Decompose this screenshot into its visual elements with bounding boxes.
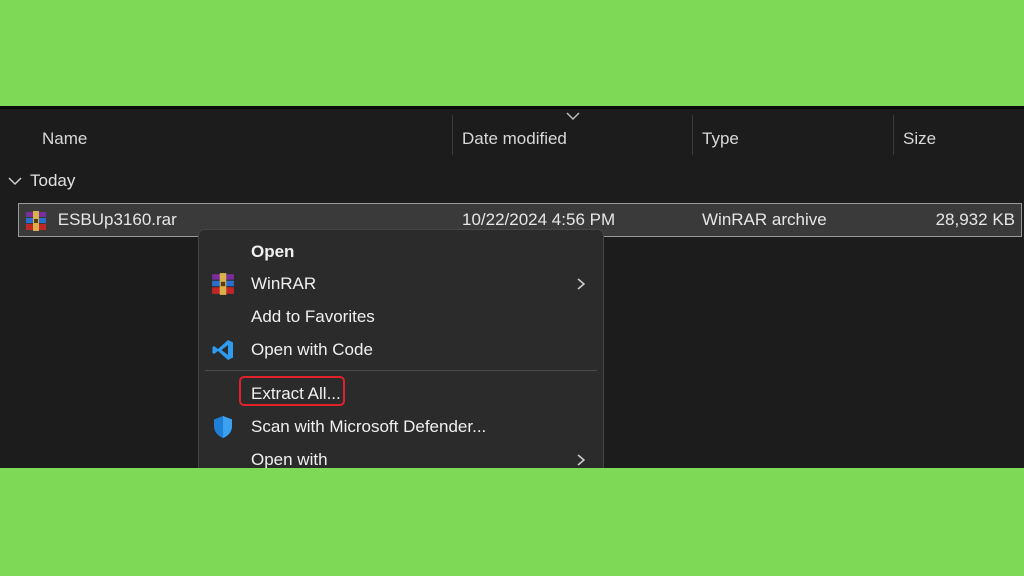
chevron-right-icon bbox=[577, 278, 585, 290]
group-header-today[interactable]: Today bbox=[8, 165, 75, 197]
chevron-down-icon[interactable] bbox=[8, 176, 22, 186]
defender-shield-icon bbox=[214, 416, 232, 438]
menu-item-open-with[interactable]: Open with bbox=[199, 444, 603, 468]
file-name-cell: ESBUp3160.rar bbox=[25, 204, 177, 236]
context-menu: Open WinRAR Add to Favorites Open with C… bbox=[198, 229, 604, 468]
menu-item-winrar[interactable]: WinRAR bbox=[199, 268, 603, 300]
winrar-icon bbox=[26, 210, 46, 231]
file-explorer-window: Name Date modified Type Size Today ESBUp… bbox=[0, 106, 1024, 468]
column-divider[interactable] bbox=[452, 115, 453, 155]
column-divider[interactable] bbox=[893, 115, 894, 155]
menu-item-label: Open with Code bbox=[251, 340, 373, 359]
menu-item-add-to-favorites[interactable]: Add to Favorites bbox=[199, 301, 603, 333]
menu-item-label: WinRAR bbox=[251, 274, 317, 293]
column-header-date-modified[interactable]: Date modified bbox=[462, 119, 682, 159]
column-divider[interactable] bbox=[692, 115, 693, 155]
file-type: WinRAR archive bbox=[702, 210, 827, 229]
menu-item-label: Extract All... bbox=[251, 384, 341, 403]
menu-item-label: Open bbox=[251, 242, 295, 261]
column-header-type[interactable]: Type bbox=[702, 119, 882, 159]
menu-item-open-with-code[interactable]: Open with Code bbox=[199, 334, 603, 366]
file-name: ESBUp3160.rar bbox=[57, 210, 177, 229]
menu-separator bbox=[205, 370, 597, 371]
group-label: Today bbox=[30, 171, 76, 190]
column-header-name[interactable]: Name bbox=[42, 119, 442, 159]
menu-item-extract-all[interactable]: Extract All... bbox=[199, 376, 603, 410]
winrar-icon bbox=[212, 273, 234, 295]
menu-item-open[interactable]: Open bbox=[199, 236, 603, 268]
column-header-size[interactable]: Size bbox=[903, 119, 1013, 159]
menu-item-label: Open with bbox=[251, 450, 328, 468]
menu-item-label: Scan with Microsoft Defender... bbox=[251, 417, 487, 436]
menu-item-scan-with-defender[interactable]: Scan with Microsoft Defender... bbox=[199, 411, 603, 443]
chevron-right-icon bbox=[577, 454, 585, 466]
vscode-icon bbox=[212, 340, 233, 360]
menu-item-label: Add to Favorites bbox=[251, 307, 375, 326]
file-size: 28,932 KB bbox=[935, 210, 1015, 229]
